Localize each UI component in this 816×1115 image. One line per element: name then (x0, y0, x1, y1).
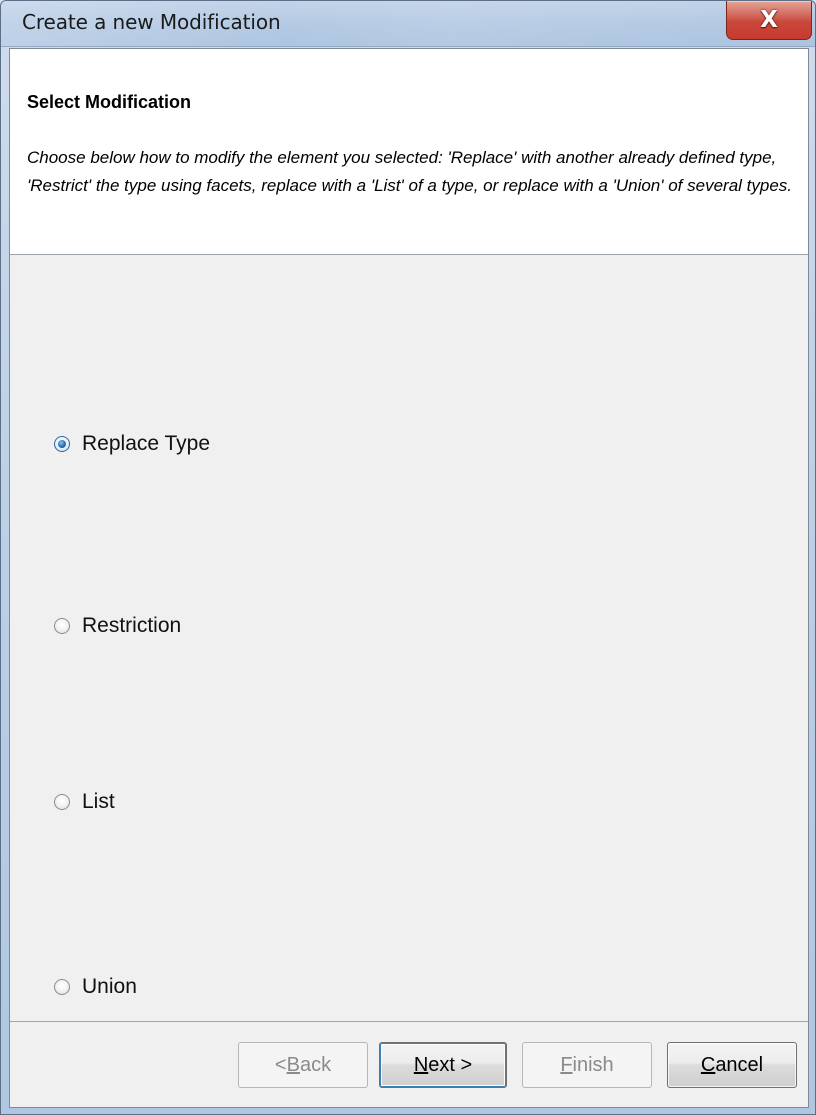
option-list[interactable]: List (54, 787, 115, 817)
option-replace-type[interactable]: Replace Type (54, 429, 210, 459)
radio-dot-icon (58, 440, 66, 448)
radio-unselected-icon[interactable] (54, 794, 70, 810)
radio-unselected-icon[interactable] (54, 618, 70, 634)
wizard-button-bar: < Back Next > Finish Cancel (10, 1021, 808, 1107)
next-button-mnemonic: N (413, 1053, 429, 1076)
close-button[interactable]: X (726, 1, 812, 40)
back-button-mnemonic: B (286, 1053, 300, 1076)
window-title: Create a new Modification (22, 10, 281, 34)
wizard-client-area: Select Modification Choose below how to … (9, 48, 809, 1108)
option-label-list: List (82, 790, 115, 813)
modification-options: Replace Type Restriction List Union (10, 256, 808, 1020)
cancel-button-mnemonic: C (700, 1053, 716, 1076)
finish-button[interactable]: Finish (522, 1042, 652, 1088)
option-label-restriction: Restriction (82, 614, 182, 637)
option-label-replace-type: Replace Type (82, 432, 211, 455)
back-button-prefix: < (274, 1053, 287, 1076)
radio-selected-icon[interactable] (54, 436, 70, 452)
wizard-window: Create a new Modification X Select Modif… (0, 0, 816, 1115)
cancel-button[interactable]: Cancel (667, 1042, 797, 1088)
page-title: Select Modification (27, 92, 192, 112)
finish-button-label: inish (572, 1053, 614, 1076)
cancel-button-label: ancel (715, 1053, 764, 1076)
wizard-header: Select Modification Choose below how to … (10, 49, 808, 255)
finish-button-mnemonic: F (560, 1053, 573, 1076)
close-icon: X (760, 6, 778, 33)
option-label-union: Union (82, 975, 137, 998)
option-restriction[interactable]: Restriction (54, 611, 181, 641)
title-bar[interactable]: Create a new Modification X (1, 1, 815, 47)
back-button-label: ack (299, 1053, 332, 1076)
next-button-label: ext > (428, 1053, 473, 1076)
radio-unselected-icon[interactable] (54, 979, 70, 995)
page-description: Choose below how to modify the element y… (27, 148, 793, 195)
back-button[interactable]: < Back (238, 1042, 368, 1088)
next-button[interactable]: Next > (379, 1042, 507, 1088)
option-union[interactable]: Union (54, 972, 137, 1002)
